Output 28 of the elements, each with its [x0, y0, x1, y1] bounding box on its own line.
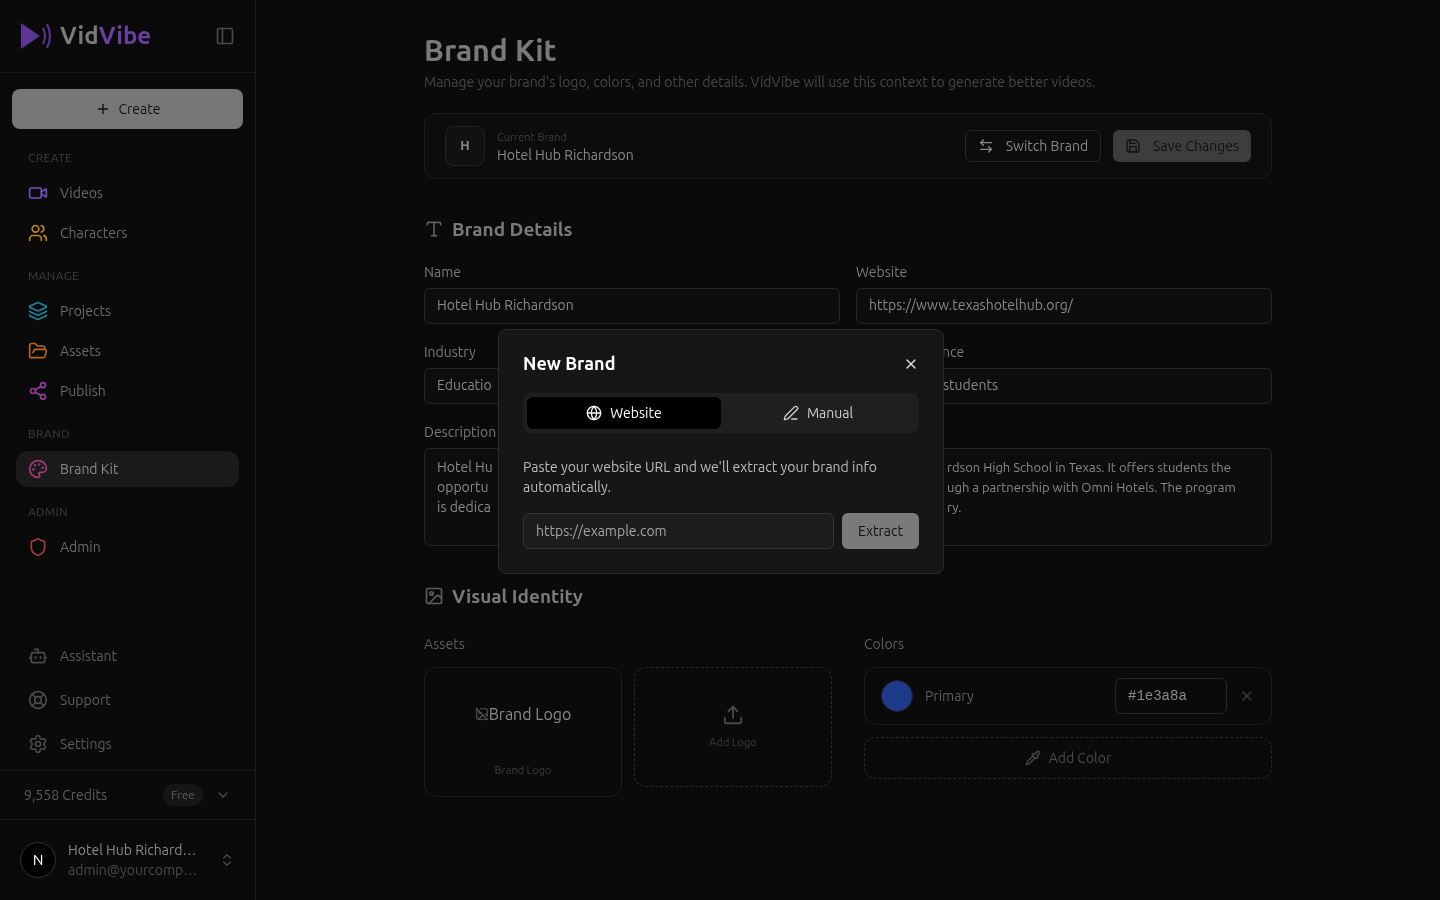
field-label: Colors — [864, 635, 905, 654]
plan-badge: Free — [163, 784, 203, 806]
page-subtitle: Manage your brand's logo, colors, and other details. VidVibe will use this context to generate better videos. — [424, 73, 1097, 92]
avatar: N — [20, 842, 56, 878]
field-label: Assets — [424, 635, 466, 654]
field-label: Website — [856, 263, 909, 280]
brand-name: Hotel Hub Richardson — [497, 147, 635, 163]
color-name: Primary — [925, 686, 975, 706]
account-email: admin@yourcomp… — [68, 861, 199, 880]
field-label: Description — [424, 423, 498, 440]
field-label: Industry — [424, 343, 477, 360]
brand-initial: H — [445, 126, 485, 166]
description-line: rdson High School in Texas. It offers students the — [947, 458, 1232, 476]
description-line: is dedica — [437, 497, 492, 517]
section-title: Brand Details — [452, 217, 573, 242]
credits-count: 9,558 Credits — [24, 785, 107, 805]
description-line: opportu — [437, 477, 490, 497]
dialog-title: New Brand — [523, 352, 616, 375]
description-line: ugh a partnership with Omni Hotels. The program — [947, 478, 1237, 496]
account-name: Hotel Hub Richard… — [68, 841, 198, 860]
description-line: Hotel Hu — [437, 457, 493, 477]
logo-alt-text: Brand Logo — [488, 703, 572, 725]
app-logo-text: VidVibe — [60, 21, 152, 51]
page-title: Brand Kit — [424, 32, 558, 68]
dialog-text: Paste your website URL and we'll extract your brand info automatically. — [523, 458, 878, 497]
description-line: ry. — [947, 498, 963, 516]
field-label: Name — [424, 263, 462, 280]
section-title: Visual Identity — [452, 583, 583, 609]
